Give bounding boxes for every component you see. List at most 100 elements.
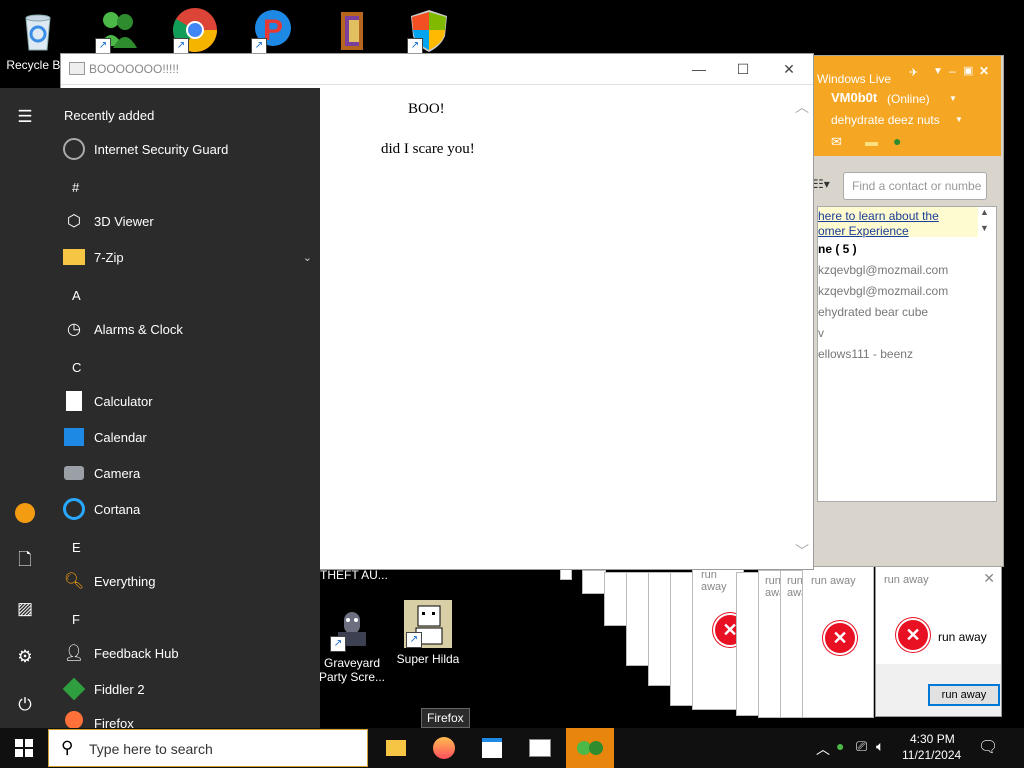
- app-firefox[interactable]: Firefox: [62, 708, 134, 728]
- clock-icon: ◷: [67, 321, 81, 338]
- clock-time[interactable]: 4:30 PM: [910, 732, 955, 746]
- user-name[interactable]: VM0b0t: [831, 90, 877, 105]
- group-header[interactable]: ne ( 5 ): [818, 242, 857, 256]
- app-camera[interactable]: Camera: [62, 456, 140, 490]
- app-calendar[interactable]: Calendar: [62, 420, 147, 454]
- boo-window-icon[interactable]: [526, 734, 554, 762]
- maximize-icon[interactable]: ▣: [963, 64, 973, 77]
- desktop-icon-winrar[interactable]: [316, 6, 386, 58]
- volume-icon[interactable]: 🔈︎: [876, 738, 884, 755]
- chevron-up-icon[interactable]: ︿: [816, 739, 830, 759]
- close-button[interactable]: ✕: [769, 58, 809, 80]
- desktop-icon-chrome[interactable]: ↗: [160, 6, 230, 58]
- run-away-dialog-front[interactable]: run away ✕ ✕ run away run away: [875, 565, 1002, 717]
- firefox-icon: [62, 708, 86, 728]
- minimize-icon[interactable]: –: [949, 64, 956, 78]
- letter-header[interactable]: F: [72, 612, 80, 627]
- banner-link-line1[interactable]: here to learn about the: [818, 209, 939, 223]
- search-icon: ⚲: [61, 738, 74, 757]
- app-fiddler[interactable]: Fiddler 2: [62, 672, 145, 706]
- start-rail: ☰ 🗋 ▨ ⚙ ⏻: [0, 88, 48, 728]
- taskbar-tooltip: Firefox: [421, 708, 470, 728]
- error-icon: ✕: [898, 620, 928, 650]
- banner-scroll-up-icon[interactable]: ▲: [980, 207, 989, 217]
- contact-item[interactable]: kzqevbgl@mozmail.com: [818, 263, 948, 277]
- app-window-icon[interactable]: [478, 734, 506, 762]
- desktop-icon-gta[interactable]: THEFT AU...: [320, 568, 388, 582]
- desktop-icon-messenger[interactable]: ↗: [82, 6, 152, 58]
- letter-header[interactable]: #: [72, 180, 79, 195]
- start-menu[interactable]: ☰ 🗋 ▨ ⚙ ⏻ Recently added Internet Securi…: [0, 88, 320, 728]
- shortcut-arrow-icon: ↗: [173, 38, 189, 54]
- messenger-tray-icon[interactable]: ●: [836, 738, 844, 754]
- info-banner[interactable]: here to learn about the omer Experience: [818, 207, 978, 238]
- power-icon[interactable]: ⏻: [12, 692, 38, 718]
- folder-icon[interactable]: ▬: [865, 134, 878, 149]
- user-avatar-icon[interactable]: [12, 500, 38, 526]
- desktop-icon-graveyard[interactable]: ↗ Graveyard Party Scre...: [316, 604, 388, 684]
- settings-icon[interactable]: ⚙: [12, 644, 38, 670]
- app-3d-viewer[interactable]: ⬡ 3D Viewer: [62, 204, 154, 238]
- search-icon: 🔍︎: [63, 573, 85, 590]
- letter-header[interactable]: A: [72, 288, 81, 303]
- mail-icon[interactable]: ✉: [831, 134, 842, 150]
- clock-date[interactable]: 11/21/2024: [902, 748, 961, 762]
- taskbar-search-box[interactable]: ⚲ Type here to search: [48, 729, 368, 767]
- file-explorer-icon[interactable]: [382, 734, 410, 762]
- contact-item[interactable]: v: [818, 326, 824, 340]
- status-dropdown-icon[interactable]: ▼: [949, 94, 957, 103]
- contact-item[interactable]: ellows111 - beenz: [818, 347, 913, 361]
- windows-start-icon[interactable]: [10, 734, 38, 762]
- user-status[interactable]: (Online): [887, 92, 930, 106]
- desktop-icon-pinball[interactable]: P ↗: [238, 6, 308, 58]
- chrome-icon: ↗: [171, 6, 219, 54]
- messenger-taskbar-icon[interactable]: [566, 728, 614, 768]
- app-alarms-clock[interactable]: ◷ Alarms & Clock: [62, 312, 183, 346]
- app-internet-security-guard[interactable]: Internet Security Guard: [62, 132, 228, 166]
- app-cortana[interactable]: Cortana: [62, 492, 140, 526]
- contact-item[interactable]: kzqevbgl@mozmail.com: [818, 284, 948, 298]
- run-away-dialog[interactable]: run away ✕: [802, 566, 874, 718]
- chevron-down-icon[interactable]: ⌄: [303, 251, 312, 264]
- personal-message[interactable]: dehydrate deez nuts: [831, 113, 940, 127]
- contact-list[interactable]: here to learn about the omer Experience …: [817, 206, 997, 502]
- security-guard-icon: [62, 137, 86, 161]
- banner-scroll-down-icon[interactable]: ▼: [980, 223, 989, 233]
- contact-item[interactable]: ehydrated bear cube: [818, 305, 928, 319]
- letter-header[interactable]: E: [72, 540, 81, 555]
- recently-added-header: Recently added: [64, 108, 155, 123]
- app-7zip[interactable]: 7-Zip ⌄: [62, 240, 312, 274]
- network-icon[interactable]: ⎚: [856, 738, 867, 755]
- app-label: Cortana: [94, 501, 141, 517]
- app-feedback-hub[interactable]: 👤︎ Feedback Hub: [62, 636, 179, 670]
- taskbar: ⚲ Type here to search ︿ ● ⎚ 🔈︎ 4:30 PM 1…: [0, 728, 1024, 768]
- pictures-icon[interactable]: ▨: [12, 596, 38, 622]
- desktop-icon-super-hilda[interactable]: ↗ Super Hilda: [393, 600, 463, 666]
- banner-link-line2[interactable]: omer Experience: [818, 224, 909, 238]
- desktop-icon-security[interactable]: ↗: [394, 6, 464, 58]
- documents-icon[interactable]: 🗋: [12, 548, 38, 574]
- messenger-window[interactable]: Windows Live ✈ ▼ – ▣ ✕ VM0b0t (Online) ▼…: [812, 55, 1004, 567]
- message-dropdown-icon[interactable]: ▼: [955, 115, 963, 124]
- app-label: Calendar: [94, 429, 147, 445]
- firefox-icon[interactable]: [430, 734, 458, 762]
- app-everything[interactable]: 🔍︎ Everything: [62, 564, 156, 598]
- desktop-icon-label: THEFT AU...: [320, 568, 388, 582]
- view-options-icon[interactable]: ☷▾: [813, 177, 830, 191]
- contact-search-box[interactable]: Find a contact or number: [843, 172, 987, 200]
- run-away-button[interactable]: run away: [928, 684, 1000, 706]
- minimize-button[interactable]: —: [679, 58, 719, 80]
- app-calculator[interactable]: Calculator: [62, 384, 153, 418]
- notifications-icon[interactable]: 🗨︎: [978, 737, 998, 757]
- letter-header[interactable]: C: [72, 360, 81, 375]
- dropdown-icon[interactable]: ▼: [933, 66, 943, 77]
- scroll-up-icon[interactable]: ︿: [795, 97, 809, 117]
- pin-icon[interactable]: ✈: [909, 66, 918, 79]
- scroll-down-icon[interactable]: ﹀: [795, 541, 809, 561]
- close-icon[interactable]: ✕: [979, 64, 989, 78]
- spaces-icon[interactable]: ●: [893, 133, 901, 149]
- hamburger-icon[interactable]: ☰: [12, 104, 38, 130]
- maximize-button[interactable]: ☐: [723, 58, 763, 80]
- close-icon[interactable]: ✕: [983, 570, 995, 587]
- boo-titlebar[interactable]: BOOOOOOO!!!!! — ☐ ✕: [61, 54, 813, 85]
